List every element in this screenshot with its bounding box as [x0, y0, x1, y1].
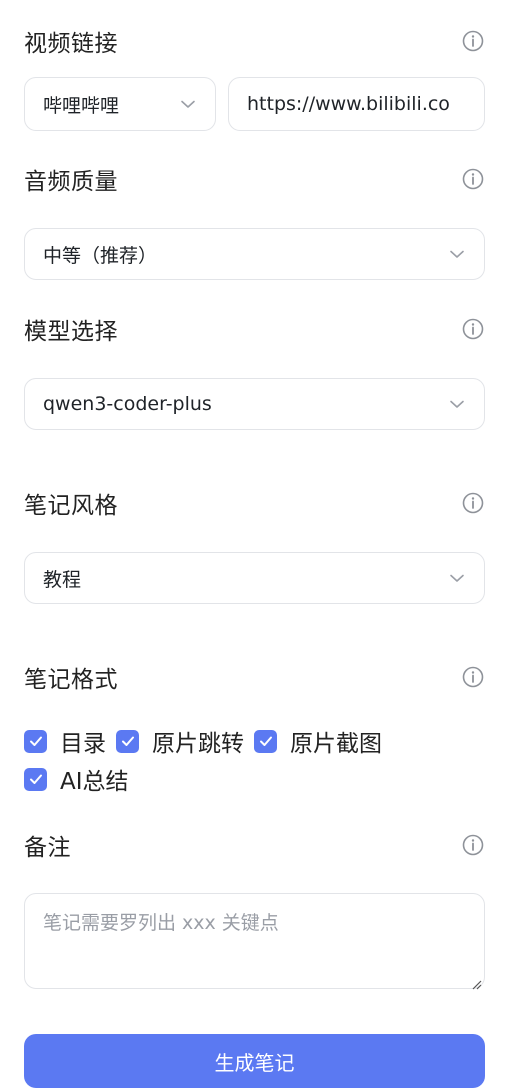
audio-quality-header: 音频质量: [24, 162, 484, 196]
audio-quality-select[interactable]: 中等（推荐）: [24, 228, 485, 280]
generate-notes-button[interactable]: 生成笔记: [24, 1034, 485, 1088]
format-option-jump[interactable]: 原片跳转: [116, 726, 244, 757]
video-link-label: 视频链接: [24, 31, 118, 57]
format-option-label: AI总结: [60, 769, 129, 795]
resize-handle-icon[interactable]: [470, 975, 482, 990]
chevron-down-icon: [179, 95, 197, 113]
platform-select[interactable]: 哔哩哔哩: [24, 77, 216, 131]
video-link-header: 视频链接: [24, 24, 484, 58]
chevron-down-icon: [448, 569, 466, 587]
platform-select-value: 哔哩哔哩: [43, 94, 120, 117]
note-style-label: 笔记风格: [24, 493, 118, 519]
format-option-screenshot[interactable]: 原片截图: [254, 726, 382, 757]
model-header: 模型选择: [24, 312, 484, 346]
check-icon: [259, 736, 272, 746]
note-style-header: 笔记风格: [24, 486, 484, 520]
check-icon: [29, 774, 42, 784]
format-option-label: 原片跳转: [152, 731, 244, 757]
remarks-label: 备注: [24, 835, 71, 861]
format-option-label: 原片截图: [290, 731, 382, 757]
info-icon[interactable]: [462, 318, 484, 340]
format-option-label: 目录: [60, 731, 106, 757]
note-format-options: 目录 原片跳转 原片截图 AI总结: [24, 726, 494, 795]
info-icon[interactable]: [462, 666, 484, 688]
model-select[interactable]: qwen3-coder-plus: [24, 378, 485, 430]
audio-quality-value: 中等（推荐）: [43, 244, 158, 267]
note-style-value: 教程: [43, 568, 82, 591]
info-icon[interactable]: [462, 168, 484, 190]
note-style-select[interactable]: 教程: [24, 552, 485, 604]
audio-quality-label: 音频质量: [24, 169, 118, 195]
checkbox-checked[interactable]: [24, 767, 47, 791]
format-option-toc[interactable]: 目录: [24, 726, 106, 757]
checkbox-checked[interactable]: [24, 729, 47, 753]
check-icon: [29, 736, 42, 746]
remarks-textarea[interactable]: [24, 893, 485, 989]
info-icon[interactable]: [462, 834, 484, 856]
info-icon[interactable]: [462, 30, 484, 52]
remarks-header: 备注: [24, 828, 484, 862]
chevron-down-icon: [448, 395, 466, 413]
video-url-input[interactable]: [228, 77, 485, 131]
model-value: qwen3-coder-plus: [43, 393, 212, 415]
check-icon: [121, 736, 134, 746]
chevron-down-icon: [448, 245, 466, 263]
model-label: 模型选择: [24, 319, 118, 345]
note-format-header: 笔记格式: [24, 660, 484, 694]
format-option-ai-summary[interactable]: AI总结: [24, 764, 129, 795]
info-icon[interactable]: [462, 492, 484, 514]
note-format-label: 笔记格式: [24, 667, 118, 693]
checkbox-checked[interactable]: [254, 729, 277, 753]
checkbox-checked[interactable]: [116, 729, 139, 753]
